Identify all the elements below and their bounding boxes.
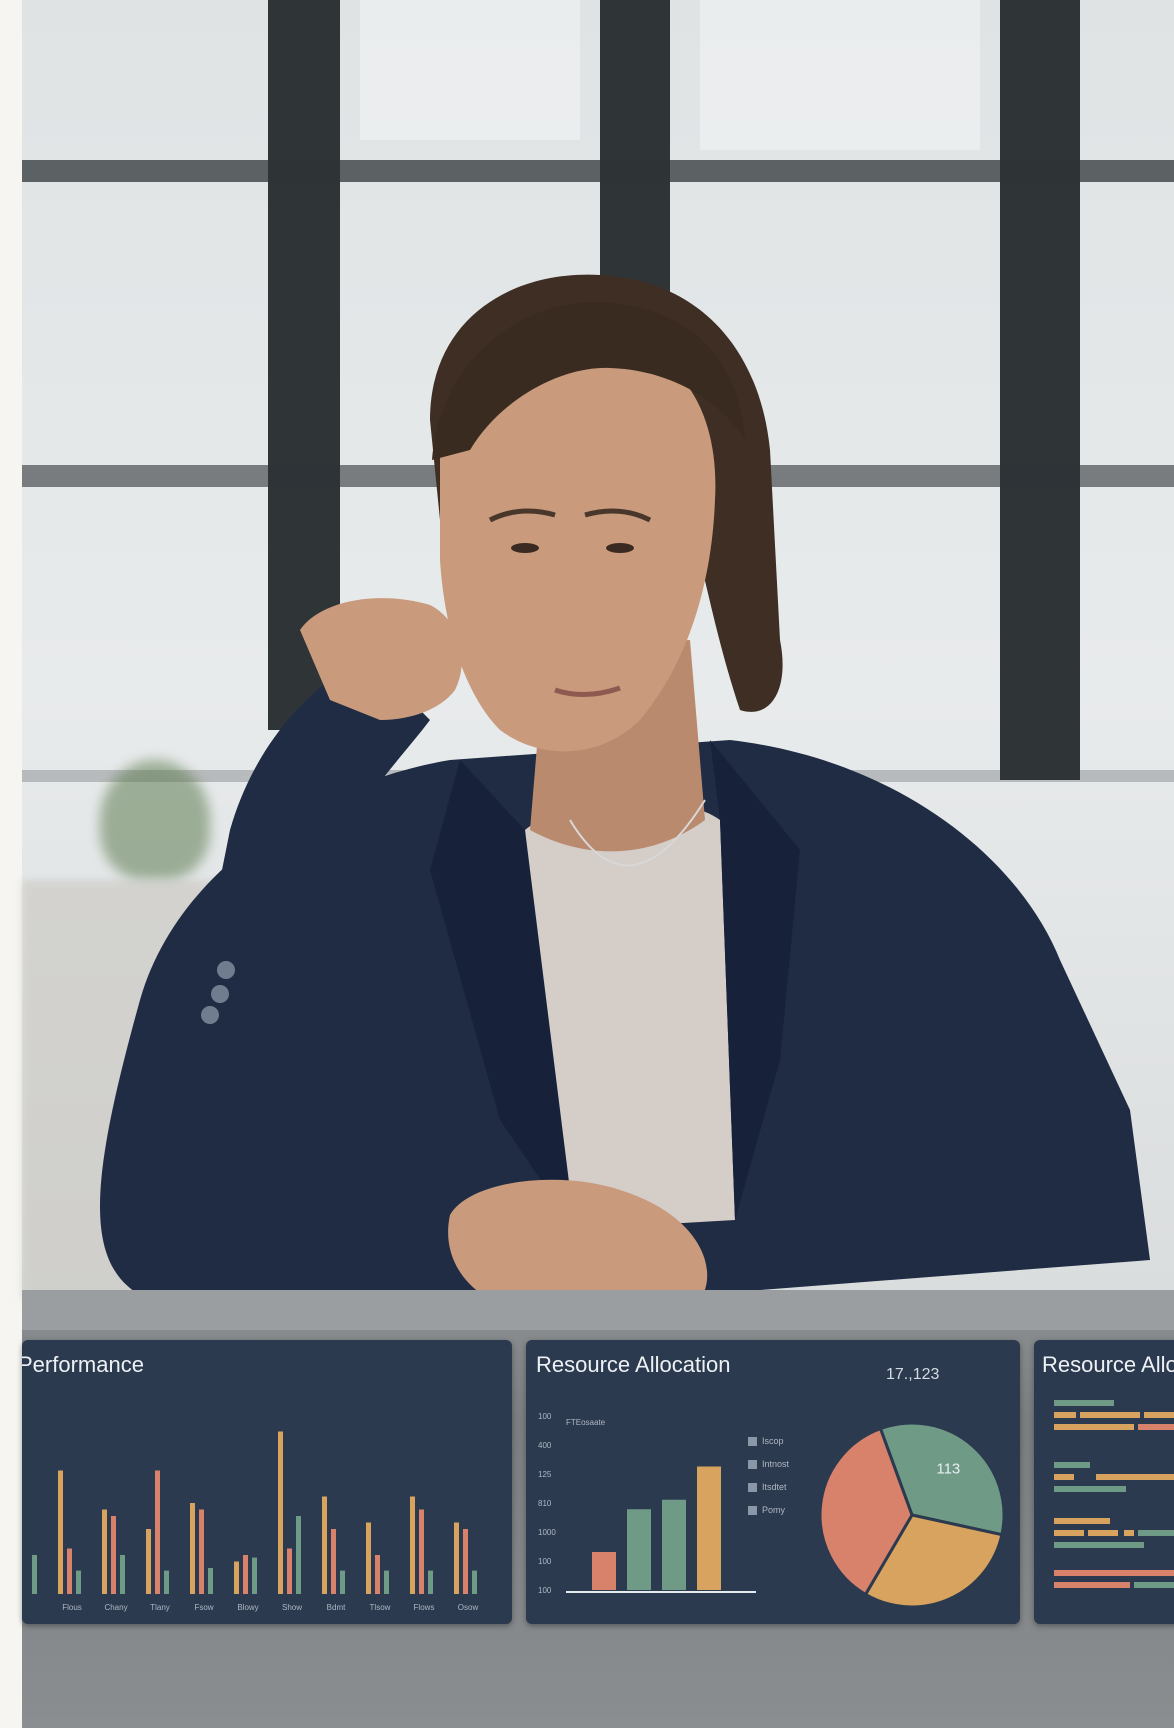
- legend-label: Iscop: [762, 1436, 784, 1446]
- performance-x-tick: Tlsow: [370, 1603, 391, 1612]
- performance-bar: [252, 1557, 257, 1594]
- resource-panel: Resource Allocation 17.,123 FTEosaate 10…: [526, 1340, 1020, 1624]
- hbar-segment: [1054, 1542, 1144, 1548]
- performance-x-tick: Flous: [62, 1603, 82, 1612]
- hbar-segment: [1080, 1412, 1140, 1418]
- performance-bar: [322, 1496, 327, 1594]
- performance-bar: [454, 1522, 459, 1594]
- performance-bar: [146, 1529, 151, 1594]
- performance-x-tick: Flows: [414, 1603, 435, 1612]
- legend-swatch: [748, 1506, 757, 1516]
- performance-bar: [155, 1470, 160, 1594]
- performance-x-tick: Chany: [104, 1603, 127, 1612]
- performance-bar: [463, 1529, 468, 1594]
- performance-bar: [366, 1522, 371, 1594]
- performance-bar: [375, 1555, 380, 1594]
- performance-bar: [199, 1509, 204, 1594]
- performance-bar: [340, 1570, 345, 1594]
- performance-bar: [58, 1470, 63, 1594]
- performance-chart: Flous Chany Tlany Fsow Blowy Show Bdmt Tlsow Flo…: [32, 1431, 479, 1612]
- performance-x-tick: Osow: [458, 1603, 479, 1612]
- performance-bar: [243, 1555, 248, 1594]
- desk-edge: [22, 1290, 1174, 1330]
- sleeve-button: [217, 961, 235, 979]
- horizontal-bar-chart: [1054, 1400, 1174, 1588]
- performance-bar: [208, 1568, 213, 1594]
- hbar-segment: [1134, 1582, 1174, 1588]
- pie-label: 113: [936, 1460, 960, 1477]
- resource-bar: [592, 1552, 616, 1590]
- legend-label: Pomy: [762, 1505, 786, 1515]
- performance-x-tick: Fsow: [194, 1603, 213, 1612]
- performance-bar: [384, 1570, 389, 1594]
- performance-bar: [164, 1570, 169, 1594]
- hbar-segment: [1054, 1530, 1084, 1536]
- legend-swatch: [748, 1437, 757, 1447]
- hbar-segment: [1054, 1474, 1074, 1480]
- hbar-segment: [1138, 1530, 1174, 1536]
- hbar-segment: [1096, 1474, 1174, 1480]
- legend-item: Iscop: [748, 1436, 784, 1447]
- hbar-segment: [1054, 1518, 1110, 1524]
- legend-label: Itsdtet: [762, 1482, 787, 1492]
- performance-bar: [410, 1496, 415, 1594]
- eye: [511, 543, 539, 553]
- performance-bar: [102, 1509, 107, 1594]
- eye: [606, 543, 634, 553]
- performance-x-tick: Bdmt: [327, 1603, 346, 1612]
- legend-swatch: [748, 1460, 757, 1470]
- performance-bar: [190, 1503, 195, 1594]
- performance-bar: [76, 1570, 81, 1594]
- hbar-segment: [1088, 1530, 1118, 1536]
- resource-bar: [662, 1499, 686, 1590]
- hbar-segment: [1054, 1462, 1090, 1468]
- performance-bar: [32, 1555, 37, 1594]
- performance-bar: [67, 1548, 72, 1594]
- performance-bar: [278, 1431, 283, 1594]
- legend-label: Intnost: [762, 1459, 790, 1469]
- performance-bar: [234, 1561, 239, 1594]
- resource-bar: [697, 1466, 721, 1590]
- performance-panel: Performance Flous Chany Tlany Fsow Blowy Show…: [22, 1340, 512, 1624]
- resource-partial-panel: Resource Allo: [1034, 1340, 1174, 1624]
- hbar-segment: [1138, 1424, 1174, 1430]
- legend-item: Itsdtet: [748, 1482, 787, 1493]
- legend-item: Intnost: [748, 1459, 790, 1470]
- resource-bar: [627, 1509, 651, 1590]
- hbar-segment: [1054, 1486, 1126, 1492]
- performance-x-tick: Show: [282, 1603, 302, 1612]
- hbar-segment: [1054, 1582, 1130, 1588]
- performance-bar: [111, 1516, 116, 1594]
- performance-bar: [331, 1529, 336, 1594]
- hbar-segment: [1124, 1530, 1134, 1536]
- performance-bar: [428, 1570, 433, 1594]
- performance-x-tick: Tlany: [150, 1603, 170, 1612]
- performance-x-tick: Blowy: [237, 1603, 258, 1612]
- hbar-segment: [1054, 1570, 1174, 1576]
- hbar-segment: [1054, 1400, 1114, 1406]
- performance-bar: [472, 1570, 477, 1594]
- hbar-segment: [1144, 1412, 1174, 1418]
- legend-item: Pomy: [748, 1505, 786, 1516]
- performance-bar: [419, 1509, 424, 1594]
- legend-swatch: [748, 1483, 757, 1493]
- performance-bar: [287, 1548, 292, 1594]
- hbar-segment: [1054, 1424, 1134, 1430]
- sleeve-button: [201, 1006, 219, 1024]
- performance-bar: [120, 1555, 125, 1594]
- sleeve-button: [211, 985, 229, 1003]
- performance-bar: [296, 1516, 301, 1594]
- hbar-segment: [1054, 1412, 1076, 1418]
- photo-scene: Performance Flous Chany Tlany Fsow Blowy Show…: [0, 0, 1174, 1728]
